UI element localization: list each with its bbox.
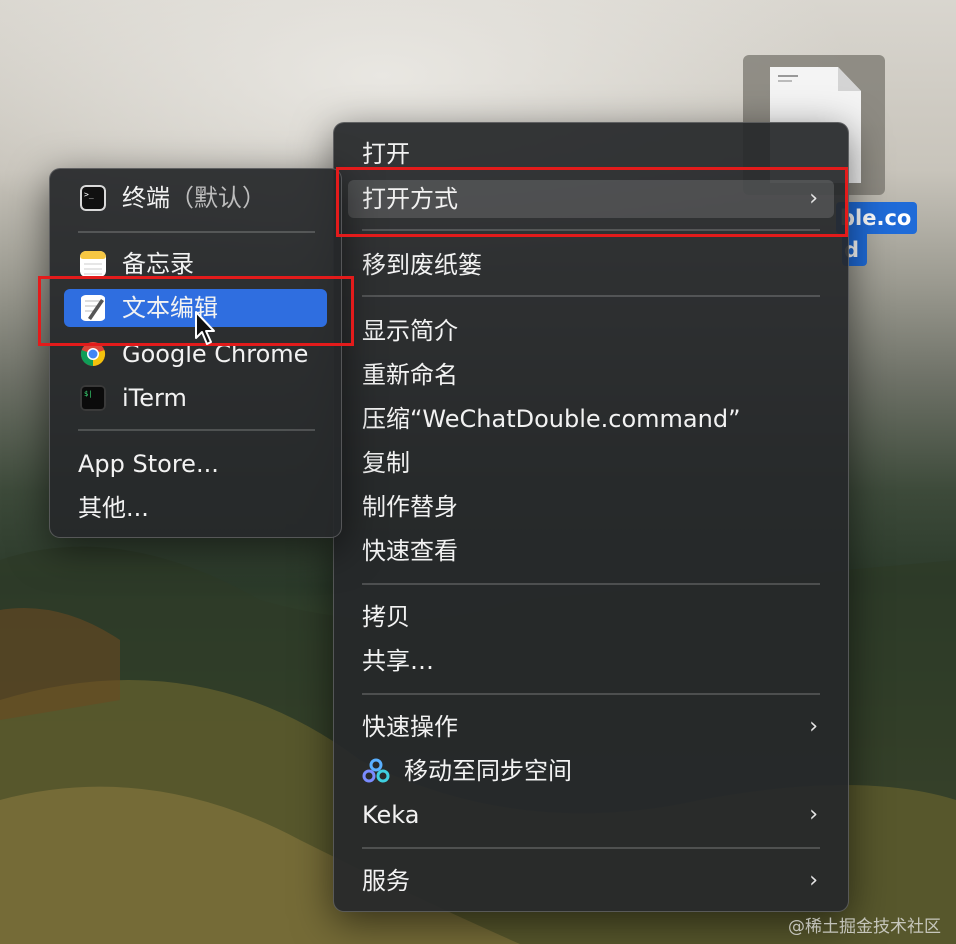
menu-item-label: Keka [362,801,420,829]
chevron-right-icon: › [809,868,818,893]
menu-item-duplicate[interactable]: 复制 [348,444,834,482]
context-menu: 打开 打开方式 › 移到废纸篓 显示简介 重新命名 压缩“WeChatDouble… [333,122,849,912]
submenu-item-label: iTerm [122,384,187,412]
iterm-icon: $| [80,385,106,411]
open-with-submenu: >_ 终端（默认） 备忘录 文本编辑 Google Chrome $| iTer… [49,168,342,538]
chevron-right-icon: › [809,802,818,827]
menu-item-label: 打开 [362,140,410,168]
menu-item-move-to-trash[interactable]: 移到废纸篓 [348,246,834,284]
menu-item-rename[interactable]: 重新命名 [348,356,834,394]
menu-item-label: 移动至同步空间 [404,757,572,785]
default-tag: （默认） [170,184,266,212]
menu-item-compress[interactable]: 压缩“WeChatDouble.command” [348,400,834,438]
submenu-item-app-store[interactable]: App Store... [64,445,327,483]
menu-item-copy[interactable]: 拷贝 [348,598,834,636]
menu-item-quick-actions[interactable]: 快速操作 › [348,708,834,746]
submenu-item-label: App Store... [78,450,219,478]
menu-item-keka[interactable]: Keka › [348,796,834,834]
menu-item-make-alias[interactable]: 制作替身 [348,488,834,526]
watermark: @稀土掘金技术社区 [788,917,941,937]
submenu-item-label: 其他... [78,494,149,522]
menu-item-label: 压缩“WeChatDouble.command” [362,405,741,433]
mouse-cursor-icon [195,311,215,345]
menu-item-get-info[interactable]: 显示简介 [348,312,834,350]
menu-item-label: 快速操作 [362,713,458,741]
menu-item-label: 拷贝 [362,603,410,631]
file-name-label[interactable]: ble.co d [836,202,928,266]
menu-item-share[interactable]: 共享… [348,642,834,680]
menu-separator [362,295,820,297]
menu-item-label: 复制 [362,449,410,477]
menu-item-label: 共享… [362,647,434,675]
menu-item-label: 服务 [362,867,410,895]
sync-space-icon [362,758,390,783]
menu-item-services[interactable]: 服务 › [348,862,834,900]
svg-text:>_: >_ [84,190,94,199]
notes-icon [80,251,106,277]
svg-text:$|: $| [84,390,92,398]
menu-separator [362,693,820,695]
annotation-box-open-with [336,167,848,237]
menu-item-move-to-sync-space[interactable]: 移动至同步空间 [348,752,834,790]
menu-item-quick-look[interactable]: 快速查看 [348,532,834,570]
menu-separator [78,429,315,431]
submenu-item-label: 终端 [122,184,170,212]
menu-separator [78,231,315,233]
menu-item-label: 制作替身 [362,493,458,521]
menu-item-label: 快速查看 [362,537,458,565]
menu-separator [362,847,820,849]
menu-item-label: 移到废纸篓 [362,251,482,279]
submenu-item-iterm[interactable]: $| iTerm [64,379,327,417]
chevron-right-icon: › [809,714,818,739]
terminal-icon: >_ [80,185,106,211]
submenu-item-other[interactable]: 其他... [64,489,327,527]
menu-item-label: 显示简介 [362,317,458,345]
submenu-item-terminal[interactable]: >_ 终端（默认） [64,179,327,217]
menu-item-label: 重新命名 [362,361,458,389]
menu-separator [362,583,820,585]
